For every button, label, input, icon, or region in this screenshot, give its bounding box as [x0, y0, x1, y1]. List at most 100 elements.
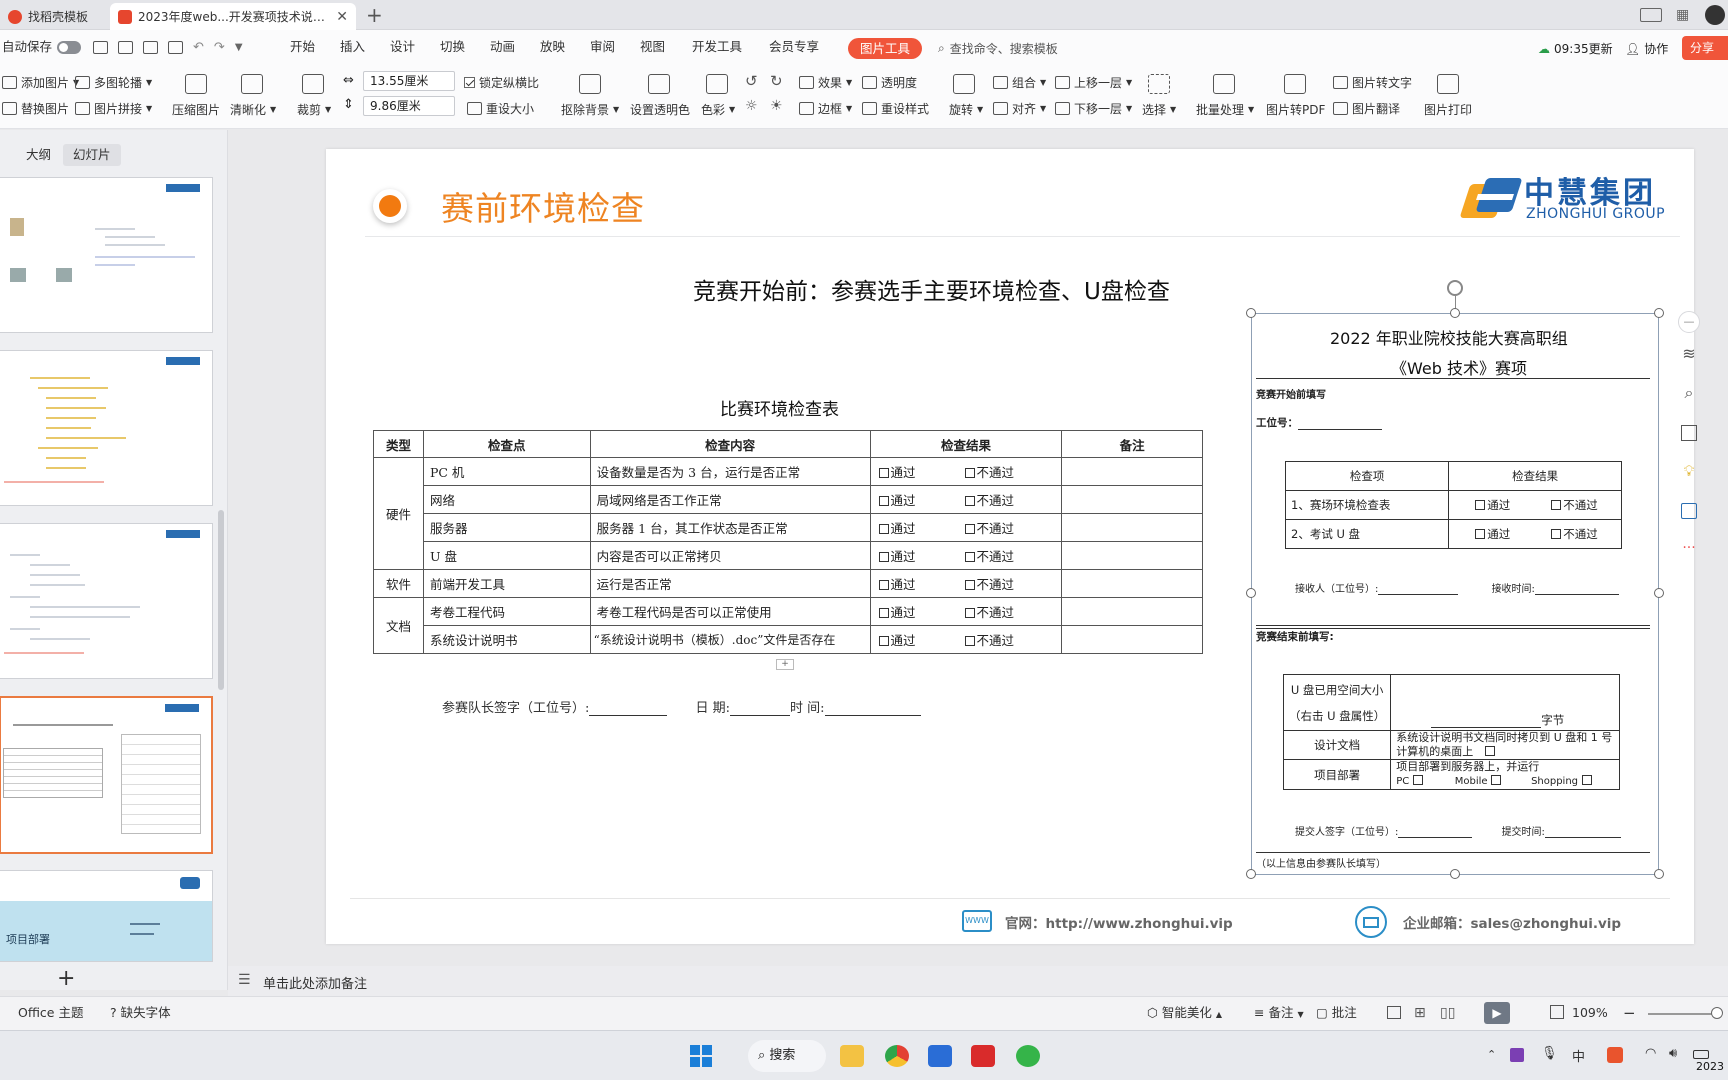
picture-print-button[interactable]: 图片打印: [1424, 101, 1472, 118]
menu-design[interactable]: 设计: [390, 30, 415, 63]
remove-bg-button[interactable]: 抠除背景 ▼: [561, 101, 619, 118]
zoom-icon[interactable]: ⌕: [1678, 383, 1700, 405]
customize-icon[interactable]: ▼: [235, 41, 243, 54]
wps-icon[interactable]: [971, 1045, 995, 1067]
volume-icon[interactable]: 🔊︎: [1669, 1046, 1677, 1061]
design-doc-checkbox[interactable]: [1484, 746, 1495, 756]
normal-view-icon[interactable]: [1387, 1006, 1401, 1019]
slide-thumbnail[interactable]: [0, 350, 213, 506]
tray-chevron-icon[interactable]: ⌃: [1487, 1048, 1496, 1061]
image-tool-icon[interactable]: [1681, 503, 1697, 519]
cloud-sync-status[interactable]: ☁ 09:35更新: [1538, 40, 1613, 57]
border-button[interactable]: 边框 ▼: [799, 100, 852, 117]
bulb-icon[interactable]: 💡︎: [1678, 462, 1700, 484]
fail-checkbox[interactable]: [964, 608, 975, 618]
battery-icon[interactable]: [1693, 1050, 1709, 1059]
rotate-button[interactable]: 旋转 ▼: [949, 101, 983, 118]
width-input[interactable]: 13.55厘米: [363, 71, 455, 91]
crop-button[interactable]: 裁剪 ▼: [297, 101, 331, 118]
resize-handle[interactable]: [1450, 869, 1460, 879]
tab-slides[interactable]: 幻灯片: [63, 144, 121, 166]
print-icon[interactable]: [143, 41, 158, 54]
tab-presentation[interactable]: 2023年度web...开发赛项技术说明会 ✕: [110, 3, 356, 30]
menu-animation[interactable]: 动画: [490, 30, 515, 63]
notes-bar[interactable]: ☰ 单击此处添加备注: [228, 966, 1728, 996]
redo-icon[interactable]: ↷: [214, 41, 225, 54]
rotate-left-icon[interactable]: ↺: [745, 72, 758, 90]
grid-icon[interactable]: ▦: [1676, 7, 1689, 23]
group-button[interactable]: 组合 ▼: [993, 74, 1046, 91]
pass-checkbox[interactable]: [878, 524, 889, 534]
layers-icon[interactable]: ≋: [1678, 344, 1700, 366]
menu-insert[interactable]: 插入: [340, 30, 365, 63]
comments-button[interactable]: ▢ 批注: [1316, 996, 1357, 1030]
fit-window-icon[interactable]: [1550, 1005, 1564, 1019]
resize-handle[interactable]: [1654, 588, 1664, 598]
close-tab-icon[interactable]: ✕: [336, 9, 348, 25]
slide-title[interactable]: 赛前环境检查: [441, 182, 645, 230]
to-text-button[interactable]: 图片转文字: [1333, 74, 1412, 91]
autosave-toggle[interactable]: [57, 41, 81, 54]
resize-handle[interactable]: [1654, 308, 1664, 318]
color-button[interactable]: 色彩 ▼: [701, 101, 735, 118]
crop-tool-icon[interactable]: [1681, 425, 1697, 441]
pass-checkbox[interactable]: [1475, 529, 1486, 539]
resize-handle[interactable]: [1246, 588, 1256, 598]
photos-icon[interactable]: [928, 1045, 952, 1067]
new-tab-button[interactable]: +: [366, 3, 383, 27]
align-button[interactable]: 对齐 ▼: [993, 100, 1046, 117]
file-explorer-icon[interactable]: [840, 1045, 864, 1067]
to-pdf-button[interactable]: 图片转PDF: [1266, 101, 1325, 118]
pass-checkbox[interactable]: [878, 580, 889, 590]
rotate-right-icon[interactable]: ↻: [770, 72, 783, 90]
set-transparent-button[interactable]: 设置透明色: [630, 101, 690, 118]
send-backward-button[interactable]: 下移一层 ▼: [1055, 100, 1132, 117]
menu-review[interactable]: 审阅: [590, 30, 615, 63]
table-add-row-handle[interactable]: +: [776, 659, 794, 670]
clarify-button[interactable]: 清晰化 ▼: [230, 101, 276, 118]
resize-handle[interactable]: [1246, 308, 1256, 318]
undo-icon[interactable]: ↶: [193, 41, 204, 54]
fail-checkbox[interactable]: [1551, 529, 1562, 539]
picture-tools-tab[interactable]: 图片工具: [848, 38, 922, 59]
wechat-icon[interactable]: [1016, 1045, 1040, 1067]
picture-stitch-button[interactable]: 图片拼接 ▼: [75, 100, 152, 117]
zoom-level[interactable]: 109%: [1572, 996, 1608, 1030]
select-button[interactable]: 选择 ▼: [1142, 101, 1176, 118]
resize-handle[interactable]: [1654, 869, 1664, 879]
menu-start[interactable]: 开始: [290, 30, 315, 63]
sogou-icon[interactable]: [1607, 1047, 1623, 1063]
environment-check-table[interactable]: 类型 检查点 检查内容 检查结果 备注 硬件 PC 机 设备数量是否为 3 台，…: [373, 430, 1203, 654]
add-slide-button[interactable]: +: [57, 966, 75, 991]
ime-indicator[interactable]: 中: [1572, 1046, 1585, 1065]
fail-checkbox[interactable]: [964, 496, 975, 506]
lock-ratio-checkbox[interactable]: 锁定纵横比: [464, 74, 539, 91]
mic-icon[interactable]: 🎙︎: [1541, 1046, 1558, 1061]
pass-checkbox[interactable]: [878, 552, 889, 562]
slide-thumbnail[interactable]: [0, 177, 213, 333]
start-icon[interactable]: [690, 1045, 712, 1067]
fail-checkbox[interactable]: [964, 552, 975, 562]
batch-button[interactable]: 批量处理 ▼: [1196, 101, 1254, 118]
zoom-slider[interactable]: [1648, 1013, 1718, 1015]
multi-carousel-button[interactable]: 多图轮播 ▼: [75, 74, 152, 91]
effect-button[interactable]: 效果 ▼: [799, 74, 852, 91]
taskbar-search[interactable]: ⌕ 搜索: [748, 1040, 826, 1072]
pass-checkbox[interactable]: [878, 468, 889, 478]
compress-button[interactable]: 压缩图片: [172, 101, 220, 118]
slide-thumbnail[interactable]: 项目部署: [0, 870, 213, 962]
fail-checkbox[interactable]: [1551, 500, 1562, 510]
brightness-down-icon[interactable]: ☀: [770, 98, 783, 114]
onenote-icon[interactable]: [1510, 1048, 1524, 1062]
avatar[interactable]: [1705, 5, 1725, 25]
share-button[interactable]: 分享: [1682, 36, 1728, 60]
pass-checkbox[interactable]: [878, 608, 889, 618]
fail-checkbox[interactable]: [964, 524, 975, 534]
deploy-shopping-checkbox[interactable]: [1581, 775, 1592, 785]
menu-developer[interactable]: 开发工具: [692, 30, 742, 63]
slide-thumbnail-selected[interactable]: [0, 696, 213, 854]
command-search[interactable]: ⌕ 查找命令、搜索模板: [938, 40, 1058, 57]
play-button[interactable]: ▶: [1484, 1002, 1510, 1024]
chrome-icon[interactable]: [885, 1045, 909, 1067]
pass-checkbox[interactable]: [1475, 500, 1486, 510]
